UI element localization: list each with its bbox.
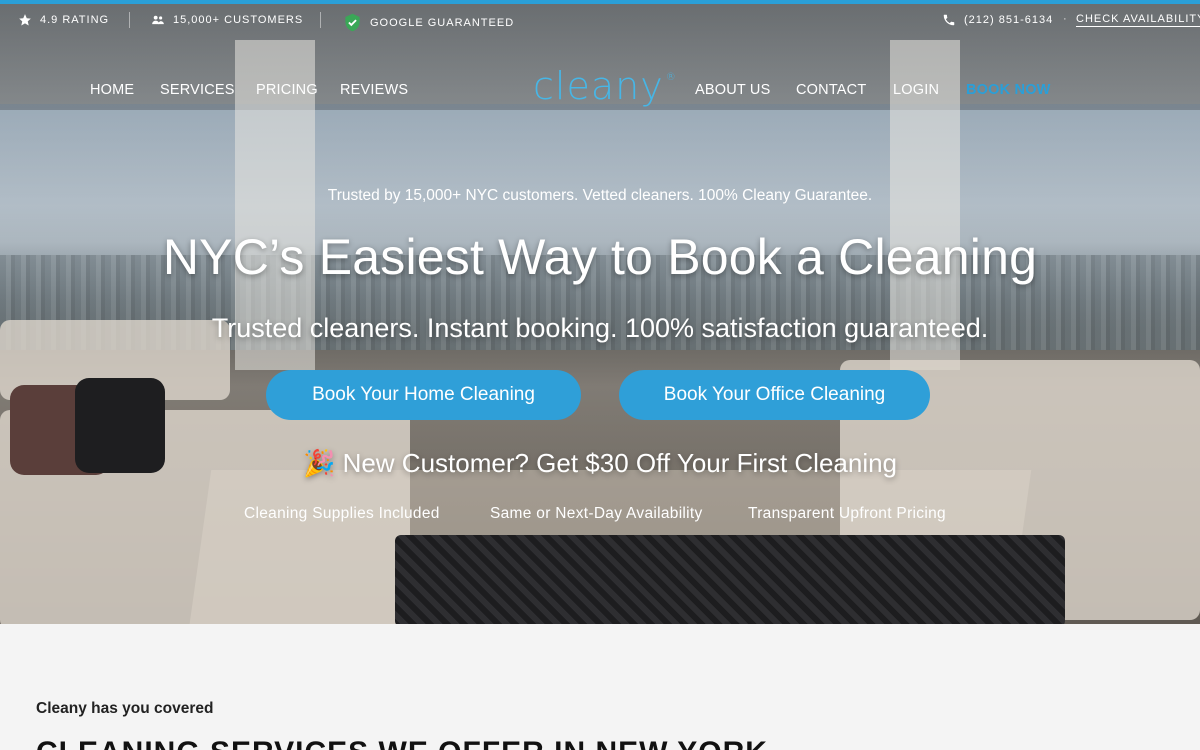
topbar-divider: [129, 12, 130, 28]
check-availability-text[interactable]: CHECK AVAILABILITY: [1076, 13, 1200, 27]
services-section-title: CLEANING SERVICES WE OFFER IN NEW YORK: [36, 736, 768, 750]
hero-section: 4.9 RATING 15,000+ CUSTOMERS GOOGLE GUAR…: [0, 0, 1200, 624]
phone-number[interactable]: (212) 851-6134: [964, 14, 1053, 26]
customers-item: 15,000+ CUSTOMERS: [151, 13, 303, 27]
phone-icon: [943, 14, 955, 26]
check-availability-link[interactable]: CHECK AVAILABILITY: [1076, 13, 1200, 27]
feature-supplies: Cleaning Supplies Included: [244, 505, 440, 522]
phone-item[interactable]: (212) 851-6134: [942, 13, 1053, 27]
customers-text: 15,000+ CUSTOMERS: [173, 14, 304, 26]
feature-pricing: Transparent Upfront Pricing: [748, 505, 946, 522]
hero-title: NYC’s Easiest Way to Book a Cleaning: [162, 229, 1038, 285]
promo-text: New Customer? Get $30 Off Your First Cle…: [342, 448, 898, 478]
logo-text: cleany: [533, 64, 664, 108]
nav-reviews[interactable]: REVIEWS: [340, 82, 408, 98]
nav-about-us[interactable]: ABOUT US: [695, 82, 770, 98]
book-home-cleaning-button[interactable]: Book Your Home Cleaning: [266, 370, 581, 420]
nav-login[interactable]: LOGIN: [893, 82, 939, 98]
topbar-divider: [320, 12, 321, 28]
promo-banner: 🎉 New Customer? Get $30 Off Your First C…: [0, 448, 1200, 479]
nav-contact[interactable]: CONTACT: [796, 82, 866, 98]
party-popper-icon: 🎉: [302, 448, 336, 478]
cleany-logo[interactable]: cleany ®: [533, 64, 677, 108]
section-eyebrow: Cleany has you covered: [36, 700, 214, 717]
star-icon: [19, 14, 31, 26]
guarantee-item: GOOGLE GUARANTEED: [343, 13, 514, 32]
hero-subtitle: Trusted cleaners. Instant booking. 100% …: [211, 313, 989, 343]
top-info-bar: 4.9 RATING 15,000+ CUSTOMERS GOOGLE GUAR…: [0, 8, 1200, 32]
nav-home[interactable]: HOME: [90, 82, 134, 98]
logo-registered-mark: ®: [665, 72, 677, 83]
book-office-cleaning-button[interactable]: Book Your Office Cleaning: [619, 370, 930, 420]
nav-pricing[interactable]: PRICING: [256, 82, 318, 98]
topbar-dot: ·: [1063, 13, 1068, 25]
rating-item: 4.9 RATING: [18, 13, 109, 27]
hero-trusted-line: Trusted by 15,000+ NYC customers. Vetted…: [327, 187, 873, 204]
feature-availability: Same or Next-Day Availability: [490, 505, 703, 522]
shield-check-icon: [345, 13, 360, 32]
rating-text: 4.9 RATING: [40, 14, 110, 26]
hero-ottoman: [395, 535, 1065, 624]
nav-book-now[interactable]: BOOK NOW: [966, 82, 1051, 98]
users-icon: [152, 15, 164, 25]
guarantee-text: GOOGLE GUARANTEED: [370, 16, 515, 29]
nav-services[interactable]: SERVICES: [160, 82, 235, 98]
